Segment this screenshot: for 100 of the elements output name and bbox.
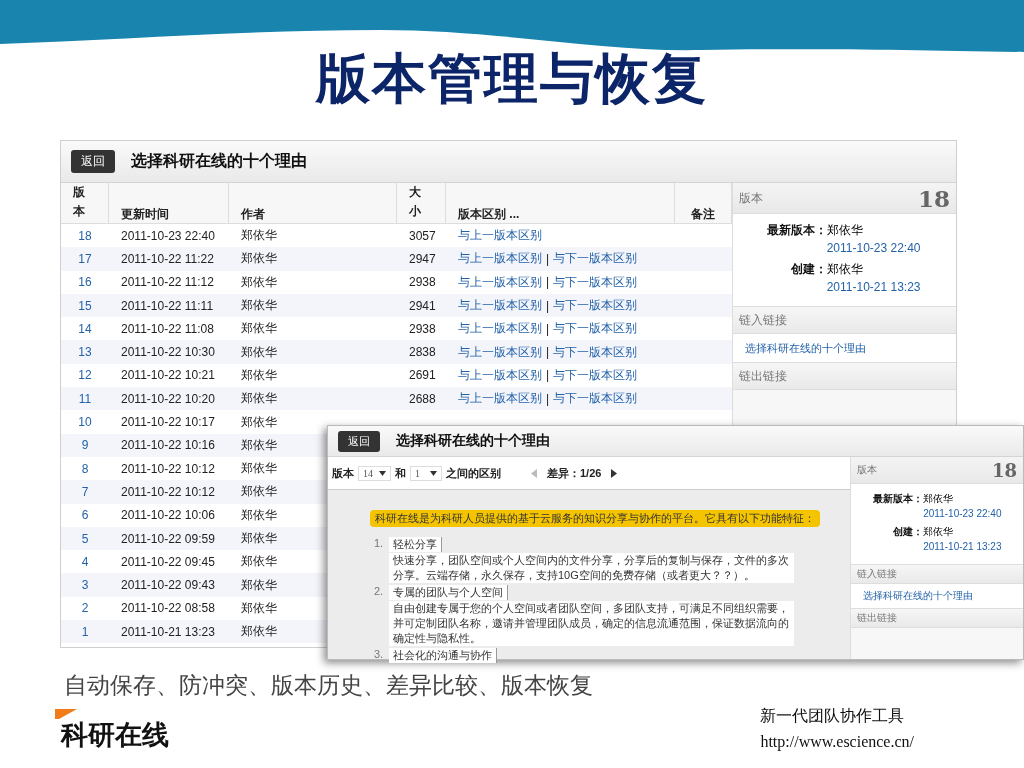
diff-link[interactable]: 与下一版本区别	[553, 343, 638, 361]
column-header: 作者	[241, 207, 265, 222]
version-link[interactable]: 15	[78, 298, 92, 313]
table-cell: 3057	[409, 228, 436, 243]
diff-link[interactable]: 与下一版本区别	[553, 320, 638, 338]
table-cell: 郑依华	[241, 576, 277, 594]
diff-counter: 差异：1/26	[547, 465, 602, 481]
logo-text: 科研在线	[61, 719, 169, 751]
next-icon[interactable]	[611, 468, 618, 478]
table-cell: 2011-10-22 08:58	[121, 601, 215, 616]
table-cell: 郑依华	[241, 366, 277, 384]
item-title: 专属的团队与个人空间	[389, 585, 508, 600]
version-link[interactable]: 17	[78, 251, 92, 266]
item-text: 自由创建专属于您的个人空间或者团队空间，多团队支持，可满足不同组织需要，并可定制团队名称，邀请并管理团队成员，确定的信息流通范围，保证数据流向的确定性与隐私性。	[389, 601, 794, 646]
version-select[interactable]: 1	[410, 465, 442, 481]
version-time-link[interactable]: 2011-10-21 13:23	[826, 280, 956, 294]
version-label: 版本	[857, 463, 877, 477]
table-cell: 2938	[409, 275, 436, 290]
diff-link[interactable]: 与上一版本区别	[458, 390, 542, 408]
version-link[interactable]: 5	[81, 531, 89, 546]
version-link[interactable]: 14	[78, 321, 92, 336]
diff-link[interactable]: 与下一版本区别	[553, 250, 638, 268]
item-title: 轻松分享	[389, 537, 442, 552]
separator-text: |	[546, 345, 550, 360]
diff-link[interactable]: 与上一版本区别	[458, 343, 542, 361]
table-cell: 2688	[409, 391, 436, 406]
version-link[interactable]: 13	[78, 345, 92, 360]
list-number: 2.	[374, 585, 385, 599]
author-name: 郑依华	[826, 261, 864, 278]
table-cell: 郑依华	[241, 553, 277, 571]
version-link[interactable]: 16	[78, 275, 92, 290]
separator-text: |	[546, 298, 550, 313]
version-link[interactable]: 18	[78, 228, 92, 243]
table-cell: 2011-10-22 10:20	[121, 391, 215, 406]
version-label: 版本	[739, 189, 763, 207]
highlighted-text: 科研在线是为科研人员提供的基于云服务的知识分享与协作的平台。它具有以下功能特征：	[370, 510, 820, 527]
table-cell: 2011-10-22 10:30	[121, 345, 215, 360]
field-label: 最新版本：	[872, 492, 924, 506]
outbound-links-heading: 链出链接	[857, 611, 897, 625]
version-link[interactable]: 10	[78, 415, 92, 429]
table-cell: 郑依华	[241, 250, 277, 268]
diff-link[interactable]: 与下一版本区别	[553, 390, 638, 408]
field-label: 创建：	[892, 525, 924, 539]
logo-corner-icon	[55, 709, 77, 719]
version-link[interactable]: 4	[81, 554, 89, 569]
diff-link[interactable]: 与下一版本区别	[553, 366, 638, 384]
version-link[interactable]: 6	[81, 508, 89, 523]
diff-link[interactable]: 与下一版本区别	[553, 297, 638, 315]
version-time-link[interactable]: 2011-10-23 22:40	[923, 508, 1023, 519]
separator-text: |	[546, 368, 550, 383]
table-cell: 郑依华	[241, 273, 277, 291]
column-header: 大小	[409, 184, 421, 221]
version-link[interactable]: 9	[81, 438, 89, 453]
version-link[interactable]: 11	[78, 391, 92, 406]
table-cell: 郑依华	[241, 623, 277, 641]
diff-link[interactable]: 与下一版本区别	[553, 273, 638, 291]
list-number: 1.	[374, 537, 385, 551]
item-text: 快速分享，团队空间或个人空间内的文件分享，分享后的复制与保存，文件的多次分享。云端存储，永久保存，支持10G空间的免费存储（或者更大？？）。	[389, 553, 794, 583]
toolbar-label: 版本	[332, 465, 354, 481]
version-link[interactable]: 3	[81, 578, 89, 593]
diff-link[interactable]: 与上一版本区别	[458, 273, 542, 291]
page-title: 选择科研在线的十个理由	[396, 432, 550, 450]
author-name: 郑依华	[923, 525, 955, 539]
version-link[interactable]: 2	[81, 601, 89, 616]
author-name: 郑依华	[826, 222, 864, 239]
version-link[interactable]: 12	[78, 368, 92, 383]
table-cell: 郑依华	[241, 460, 277, 478]
table-cell: 2011-10-22 09:43	[121, 578, 215, 593]
separator-text: |	[546, 321, 550, 336]
diff-link[interactable]: 与上一版本区别	[458, 366, 542, 384]
version-link[interactable]: 7	[81, 484, 89, 499]
field-label: 创建：	[789, 261, 827, 278]
column-header: 备注	[691, 207, 715, 222]
diff-link[interactable]: 与上一版本区别	[458, 227, 542, 245]
table-cell: 2011-10-23 22:40	[121, 228, 215, 243]
version-link[interactable]: 8	[81, 461, 89, 476]
table-cell: 郑依华	[241, 320, 277, 338]
separator-text: |	[546, 391, 550, 406]
toolbar-label: 和	[395, 465, 406, 481]
back-button[interactable]: 返回	[71, 150, 115, 173]
toolbar-label: 之间的区别	[446, 465, 501, 481]
item-title: 社会化的沟通与协作	[389, 648, 497, 663]
table-cell: 2011-10-21 13:23	[121, 624, 215, 639]
version-time-link[interactable]: 2011-10-21 13:23	[923, 541, 1023, 552]
table-cell: 2011-10-22 11:11	[121, 298, 214, 313]
table-cell: 2691	[409, 368, 436, 383]
diff-link[interactable]: 与上一版本区别	[458, 297, 542, 315]
version-time-link[interactable]: 2011-10-23 22:40	[826, 241, 956, 255]
table-cell: 郑依华	[241, 599, 277, 617]
table-cell: 2838	[409, 345, 436, 360]
diff-link[interactable]: 与上一版本区别	[458, 320, 542, 338]
back-button[interactable]: 返回	[338, 430, 380, 452]
table-cell: 2011-10-22 10:12	[121, 461, 215, 476]
version-link[interactable]: 1	[81, 624, 89, 639]
table-cell: 2941	[409, 298, 436, 313]
separator-text: |	[546, 251, 550, 266]
table-cell: 郑依华	[241, 483, 277, 501]
table-cell: 郑依华	[241, 297, 277, 315]
diff-link[interactable]: 与上一版本区别	[458, 250, 542, 268]
version-select[interactable]: 14	[358, 465, 391, 481]
